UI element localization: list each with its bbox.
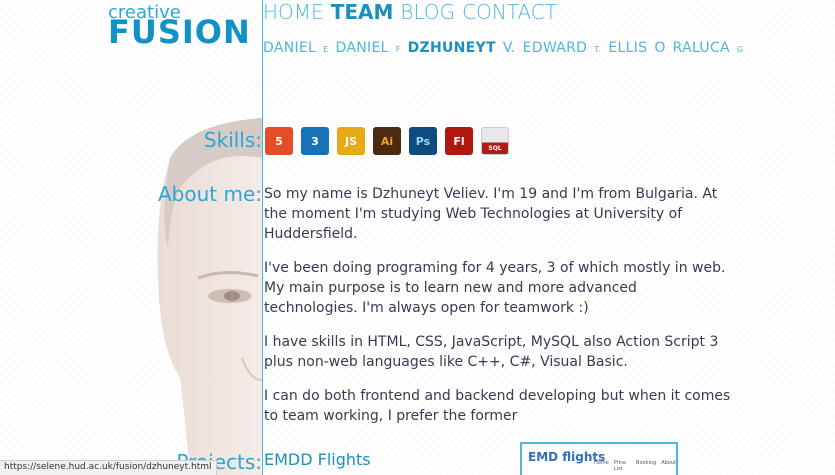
nav-contact-link[interactable]: CONTACT [462, 0, 557, 24]
team-dzhuneyt-link[interactable]: DZHUNEYT [408, 40, 496, 56]
thumb-menu-item: About [661, 460, 676, 466]
about-paragraph: I've been doing programing for 4 years, … [264, 260, 726, 316]
team-members-nav: DANIEL E DANIEL F DZHUNEYT V. EDWARD T. … [263, 40, 743, 56]
thumb-menu-item: Home [594, 460, 609, 466]
about-paragraph: I have skills in HTML, CSS, JavaScript, … [264, 334, 719, 370]
about-paragraph: So my name is Dzhuneyt Veliev. I'm 19 an… [264, 186, 718, 242]
divider-line [262, 0, 263, 475]
browser-status-bar: https://selene.hud.ac.uk/fusion/dzhuneyt… [0, 460, 217, 475]
illustrator-icon: Ai [373, 127, 401, 155]
team-ellis-initial: O [654, 40, 666, 56]
nav-team-link[interactable]: TEAM [331, 0, 394, 24]
about-text: So my name is Dzhuneyt Veliev. I'm 19 an… [264, 184, 734, 440]
skills-icon-row: 5 3 JS Ai Ps Fl SQL [265, 127, 509, 155]
project-title-link[interactable]: EMDD Flights [264, 450, 371, 469]
about-paragraph: I can do both frontend and backend devel… [264, 388, 731, 424]
photoshop-icon: Ps [409, 127, 437, 155]
team-daniel-f-initial: F [395, 45, 401, 54]
nav-home-link[interactable]: HOME [263, 0, 324, 24]
team-daniel-e-initial: E [323, 45, 329, 54]
skills-heading: Skills: [203, 128, 262, 152]
team-edward-link[interactable]: EDWARD [523, 40, 588, 56]
main-nav: HOME TEAM BLOG CONTACT [263, 0, 557, 24]
about-heading: About me: [157, 182, 262, 206]
profile-portrait [150, 118, 262, 475]
flash-icon: Fl [445, 127, 473, 155]
project-thumbnail[interactable]: EMD flights Home Price List Booking Abou… [520, 442, 678, 475]
sql-icon: SQL [481, 127, 509, 155]
project-thumb-menu: Home Price List Booking About [594, 460, 676, 472]
nav-blog-link[interactable]: BLOG [400, 0, 455, 24]
creative-fusion-logo[interactable]: creative FUSION [108, 2, 263, 51]
thumb-menu-item: Booking [636, 460, 657, 466]
team-dzhuneyt-initial: V. [502, 40, 516, 56]
team-edward-initial: T. [594, 45, 602, 54]
html5-icon: 5 [265, 127, 293, 155]
team-ellis-link[interactable]: ELLIS [608, 40, 647, 56]
team-daniel-e-link[interactable]: DANIEL [263, 40, 316, 56]
thumb-menu-item: Price List [613, 460, 626, 472]
team-daniel-f-link[interactable]: DANIEL [336, 40, 389, 56]
team-raluca-initial: G [736, 45, 744, 54]
logo-main-text: FUSION [108, 13, 251, 51]
css3-icon: 3 [301, 127, 329, 155]
js-icon: JS [337, 127, 365, 155]
team-raluca-link[interactable]: RALUCA [673, 40, 730, 56]
